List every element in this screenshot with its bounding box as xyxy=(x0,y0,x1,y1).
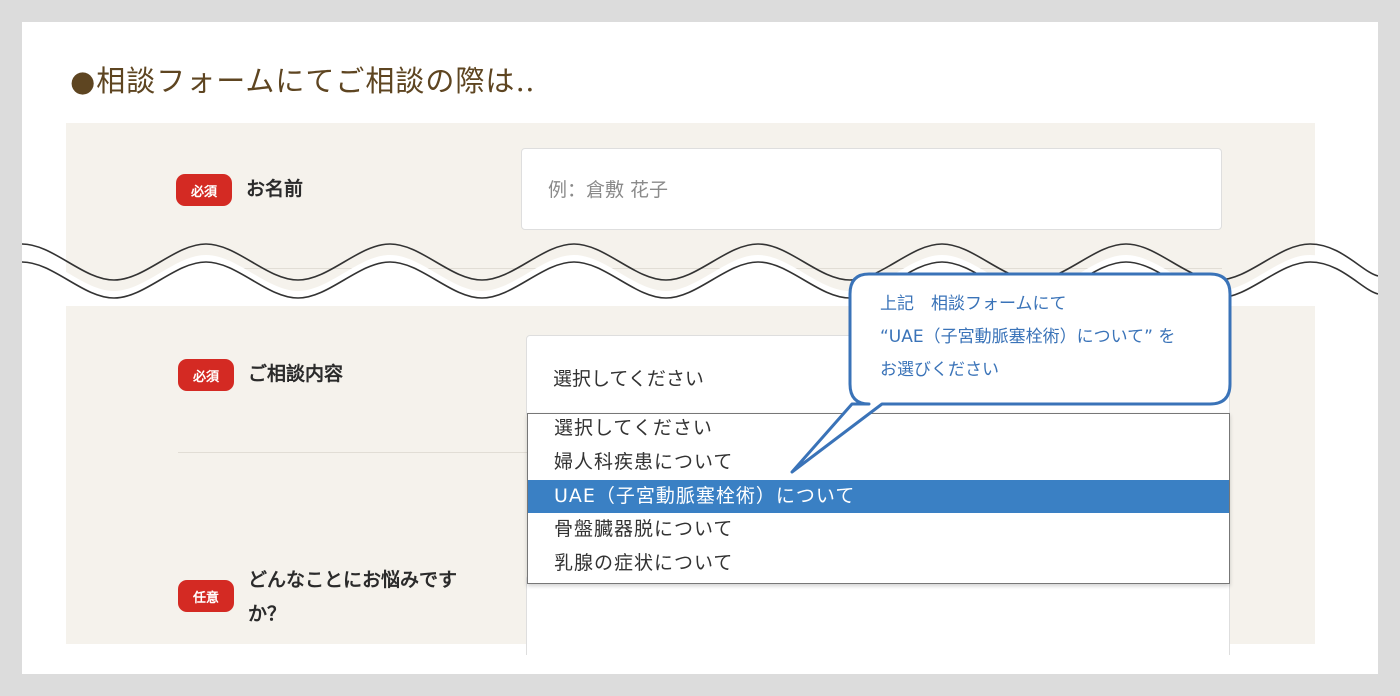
name-input[interactable]: 例：倉敷 花子 xyxy=(521,148,1222,230)
optional-badge: 任意 xyxy=(178,580,234,612)
callout-line: 上記 相談フォームにて xyxy=(880,294,1067,314)
dropdown-option[interactable]: 乳腺の症状について xyxy=(528,547,1229,581)
required-badge: 必須 xyxy=(178,359,234,391)
name-placeholder: 例：倉敷 花子 xyxy=(548,179,669,201)
dropdown-option[interactable]: 骨盤臓器脱について xyxy=(528,513,1229,547)
callout-text: 上記 相談フォームにて “UAE（子宮動脈塞栓術）について” を お選びください xyxy=(880,288,1230,387)
consult-label: ご相談内容 xyxy=(248,363,344,385)
dropdown-option[interactable]: 婦人科疾患について xyxy=(528,446,1229,480)
section-heading-text: ●相談フォームにてご相談の際は‥ xyxy=(70,64,536,98)
consult-select-value: 選択してください xyxy=(553,368,704,390)
screenshot-canvas: ●相談フォームにてご相談の際は‥ 必須 お名前 例：倉敷 花子 必須 ご相談内容… xyxy=(22,22,1378,674)
dropdown-option[interactable]: 選択してください xyxy=(528,414,1229,446)
worry-textarea[interactable] xyxy=(526,575,1230,655)
callout-line: “UAE（子宮動脈塞栓術）について” を xyxy=(880,327,1176,347)
required-badge: 必須 xyxy=(176,174,232,206)
callout-line: お選びください xyxy=(880,360,999,380)
worry-label-line2: か？ xyxy=(248,603,287,625)
consult-dropdown-list[interactable]: 選択してください 婦人科疾患について UAE（子宮動脈塞栓術）について 骨盤臓器… xyxy=(527,413,1230,584)
worry-label-line1: どんなことにお悩みです xyxy=(248,569,458,591)
page-heading: ●相談フォームにてご相談の際は‥ xyxy=(70,58,536,100)
name-label: お名前 xyxy=(246,178,304,200)
dropdown-option-uae[interactable]: UAE（子宮動脈塞栓術）について xyxy=(528,479,1229,513)
